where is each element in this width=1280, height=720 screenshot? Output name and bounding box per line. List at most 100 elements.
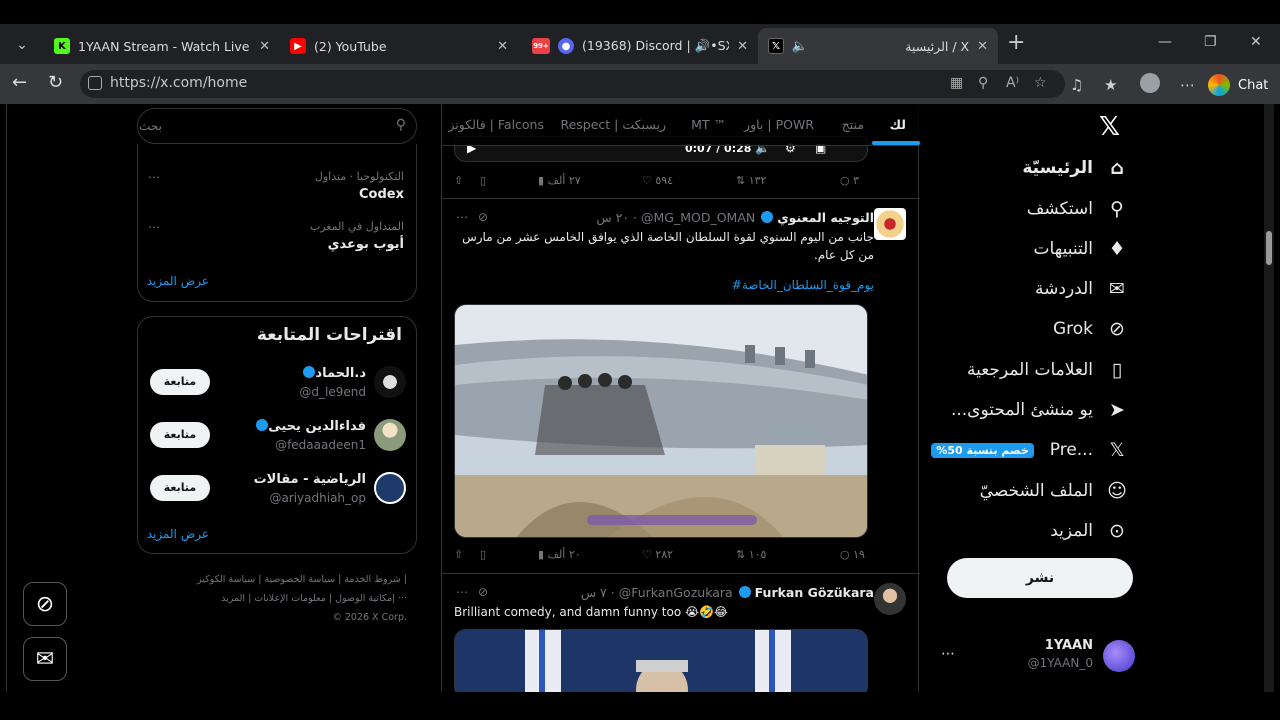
post-handle[interactable]: @MG_MOD_OMAN xyxy=(641,210,755,225)
scrollbar-track[interactable] xyxy=(1264,104,1274,692)
more-icon[interactable]: ⋯ xyxy=(456,210,468,224)
tab-powr[interactable]: باور | POWR xyxy=(744,117,814,132)
nav-more[interactable]: المزيد ⊙ xyxy=(1050,515,1129,547)
reply-button[interactable]: ○ ٣ xyxy=(840,174,859,187)
close-window-icon[interactable]: ✕ xyxy=(1250,34,1262,50)
follow-user[interactable]: د.الحماد @d_le9end متابعة xyxy=(138,361,418,407)
post[interactable]: ٢٠ س · @MG_MOD_OMAN التوجيه المعنوي ⋯ ⊘ … xyxy=(442,198,920,576)
nav-premium[interactable]: %خصم بنسبة 50 Pre... 𝕏 xyxy=(931,434,1129,466)
grok-icon[interactable]: ⊘ xyxy=(478,585,488,599)
post-author[interactable]: التوجيه المعنوي xyxy=(777,210,874,225)
views-count[interactable]: ▮ ٢٧ ألف xyxy=(538,174,581,187)
footer-line[interactable]: إمكانية الوصول | معلومات الإعلانات | الم… xyxy=(147,589,407,608)
post-text: Brilliant comedy, and damn funny too 😭🤣😂 xyxy=(454,605,728,619)
tab-youtube[interactable]: ▶ (2) YouTube ✕ xyxy=(280,28,518,64)
bookmark-icon[interactable]: ▯ xyxy=(480,174,486,187)
more-icon[interactable]: ⋯ xyxy=(148,220,160,234)
nav-home[interactable]: الرئيسيّة ⌂ xyxy=(1022,152,1129,184)
profile-icon[interactable] xyxy=(1140,73,1160,93)
new-tab-icon[interactable]: + xyxy=(1007,30,1025,55)
tab-for-you[interactable]: لك xyxy=(890,117,906,132)
nav-notifications[interactable]: التنبيهات ♦ xyxy=(1034,233,1129,265)
follow-user[interactable]: الرياضية - مقالات @ariyadhiah_op متابعة xyxy=(138,467,418,513)
messages-float-button[interactable]: ✉ xyxy=(23,637,67,681)
scrollbar-thumb[interactable] xyxy=(1266,231,1272,265)
like-button[interactable]: ♡ ٥٩٤ xyxy=(642,174,673,187)
speaker-icon[interactable]: 🔈 xyxy=(792,38,808,54)
favorite-star-icon[interactable]: ☆ xyxy=(1034,75,1047,91)
tab-falcons[interactable]: فالكونز | Falcons xyxy=(448,117,544,132)
tab-mt[interactable]: MT ™ xyxy=(691,117,726,132)
share-icon[interactable]: ⇧ xyxy=(454,548,463,561)
reload-icon[interactable]: ↻ xyxy=(48,72,63,93)
tab-actions-chevron-icon[interactable]: ⌄ xyxy=(8,32,36,58)
avatar[interactable] xyxy=(374,419,406,451)
browser-menu-icon[interactable]: ⋯ xyxy=(1180,76,1195,94)
nav-chat[interactable]: الدردشة ✉ xyxy=(1035,273,1129,305)
tab-respect[interactable]: Respect | ريسبكت xyxy=(560,117,666,132)
grok-icon[interactable]: ⊘ xyxy=(478,210,488,224)
show-more-link[interactable]: عرض المزيد xyxy=(147,527,209,541)
more-icon[interactable]: ⋯ xyxy=(148,170,160,184)
avatar[interactable] xyxy=(874,208,906,240)
close-tab-icon[interactable]: ✕ xyxy=(259,39,270,54)
bookmark-icon[interactable]: ▯ xyxy=(480,548,486,561)
like-button[interactable]: ♡ ٢٨٢ xyxy=(642,548,673,561)
post-author[interactable]: Furkan Gözükara xyxy=(755,585,874,600)
views-value: ٢٠ ألف xyxy=(547,548,581,561)
tab-discord[interactable]: 99+ ● (19368) Discord | 🔊•SXB 1 | SXB ✕ xyxy=(522,28,758,64)
post-button[interactable]: نشر xyxy=(947,558,1133,598)
grok-float-button[interactable]: ⊘ xyxy=(23,582,67,626)
address-bar[interactable]: https://x.com/home ▦ ⚲ A⁾ ☆ xyxy=(80,70,1065,98)
reply-button[interactable]: ○ ١٩ xyxy=(840,548,865,561)
follow-button[interactable]: متابعة xyxy=(150,369,210,395)
repost-button[interactable]: ⇅ ١٠٥ xyxy=(736,548,766,561)
follow-user[interactable]: فداءالدين يحيى @fedaaadeen1 متابعة xyxy=(138,414,418,460)
hashtag-link[interactable]: #يوم_قوة_السلطان_الخاصة xyxy=(732,278,874,292)
nav-explore[interactable]: استكشف ⚲ xyxy=(1027,193,1129,225)
post-media[interactable] xyxy=(454,304,868,538)
nav-creator-studio[interactable]: ...يو منشئ المحتوى ➤ xyxy=(951,394,1129,426)
views-count[interactable]: ▮ ٢٠ ألف xyxy=(538,548,581,561)
close-tab-icon[interactable]: ✕ xyxy=(497,39,508,54)
site-info-icon[interactable] xyxy=(88,76,102,90)
footer-line[interactable]: شروط الخدمة | سياسة الخصوصية | سياسة الك… xyxy=(147,570,407,589)
repost-button[interactable]: ⇅ ١٣٢ xyxy=(736,174,766,187)
url-text[interactable]: https://x.com/home xyxy=(110,75,247,91)
show-more-link[interactable]: عرض المزيد xyxy=(147,274,209,288)
follow-button[interactable]: متابعة xyxy=(150,422,210,448)
tab-kick[interactable]: K 1YAAN Stream - Watch Live on Kick ✕ xyxy=(44,28,280,64)
follow-button[interactable]: متابعة xyxy=(150,475,210,501)
app-available-icon[interactable]: ▦ xyxy=(950,75,963,91)
search-input[interactable]: بحث ⚲ xyxy=(137,108,417,144)
post[interactable]: ٧ س · @FurkanGozukara Furkan Gözükara ⋯ … xyxy=(442,573,920,692)
tab-products[interactable]: منتج xyxy=(842,117,864,132)
nav-label: الدردشة xyxy=(1035,279,1093,299)
post-media[interactable] xyxy=(454,629,868,692)
tab-x[interactable]: 𝕏 🔈 الرئيسية / X ✕ xyxy=(758,28,998,64)
read-aloud-icon[interactable]: A⁾ xyxy=(1006,75,1019,91)
trend-item[interactable]: ⋯ المتداول في المغرب أيوب بوعدي xyxy=(148,220,404,252)
x-logo-icon[interactable]: 𝕏 xyxy=(1099,112,1120,142)
share-icon[interactable]: ⇧ xyxy=(454,174,463,187)
favorites-icon[interactable]: ★ xyxy=(1104,76,1117,94)
split-screen-icon[interactable]: ♫ xyxy=(1070,76,1083,94)
more-icon[interactable]: ⋯ xyxy=(456,585,468,599)
nav-grok[interactable]: Grok ⊘ xyxy=(1053,313,1129,345)
avatar[interactable] xyxy=(874,583,906,615)
avatar[interactable] xyxy=(374,366,406,398)
nav-profile[interactable]: الملف الشخصيّ ☺ xyxy=(980,475,1129,507)
restore-icon[interactable]: ❐ xyxy=(1204,34,1217,50)
copilot-chat-button[interactable]: Chat xyxy=(1208,72,1268,98)
more-icon[interactable]: ⋯ xyxy=(941,646,955,662)
avatar[interactable] xyxy=(374,472,406,504)
post-handle[interactable]: @FurkanGozukara xyxy=(619,585,733,600)
nav-bookmarks[interactable]: العلامات المرجعية ▯ xyxy=(967,354,1129,386)
zoom-icon[interactable]: ⚲ xyxy=(978,75,988,91)
back-icon[interactable]: ← xyxy=(12,72,27,93)
trend-item[interactable]: ⋯ التكنولوجيا · متداول Codex xyxy=(148,170,404,202)
close-tab-icon[interactable]: ✕ xyxy=(977,39,988,54)
close-tab-icon[interactable]: ✕ xyxy=(737,39,748,54)
account-switcher[interactable]: 1YAAN @1YAAN_0 ⋯ xyxy=(937,636,1137,676)
minimize-icon[interactable]: — xyxy=(1158,34,1172,50)
